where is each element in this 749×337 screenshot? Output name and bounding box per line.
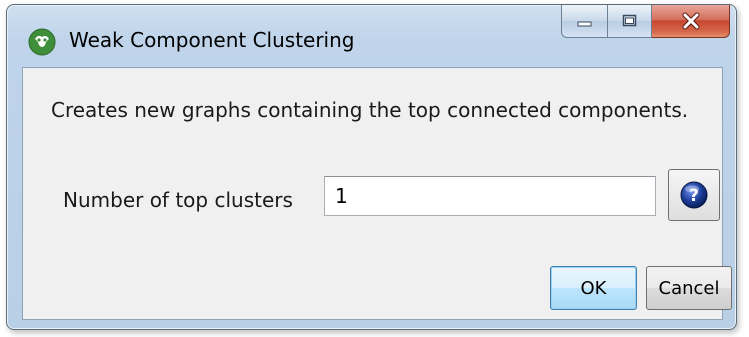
svg-text:?: ?: [689, 186, 699, 206]
minimize-icon: [577, 21, 591, 27]
maximize-button[interactable]: [607, 5, 652, 38]
top-clusters-input[interactable]: [324, 176, 656, 216]
close-icon: [682, 12, 699, 30]
dialog-content: Creates new graphs containing the top co…: [22, 67, 732, 320]
minimize-button[interactable]: [561, 5, 607, 38]
caption-buttons: [561, 5, 730, 39]
top-clusters-label: Number of top clusters: [63, 188, 293, 212]
title-bar[interactable]: Weak Component Clustering: [7, 5, 736, 67]
help-button[interactable]: ?: [668, 169, 720, 221]
dialog-window: Weak Component Clustering Creates new gr…: [6, 4, 737, 330]
help-question-icon: ?: [680, 181, 708, 209]
cancel-button[interactable]: Cancel: [646, 266, 732, 310]
cytoscape-logo-icon: [28, 28, 56, 56]
dialog-description: Creates new graphs containing the top co…: [51, 98, 689, 122]
window-title: Weak Component Clustering: [69, 28, 355, 52]
close-button[interactable]: [652, 5, 730, 38]
maximize-icon: [622, 14, 636, 27]
ok-button[interactable]: OK: [550, 266, 637, 310]
